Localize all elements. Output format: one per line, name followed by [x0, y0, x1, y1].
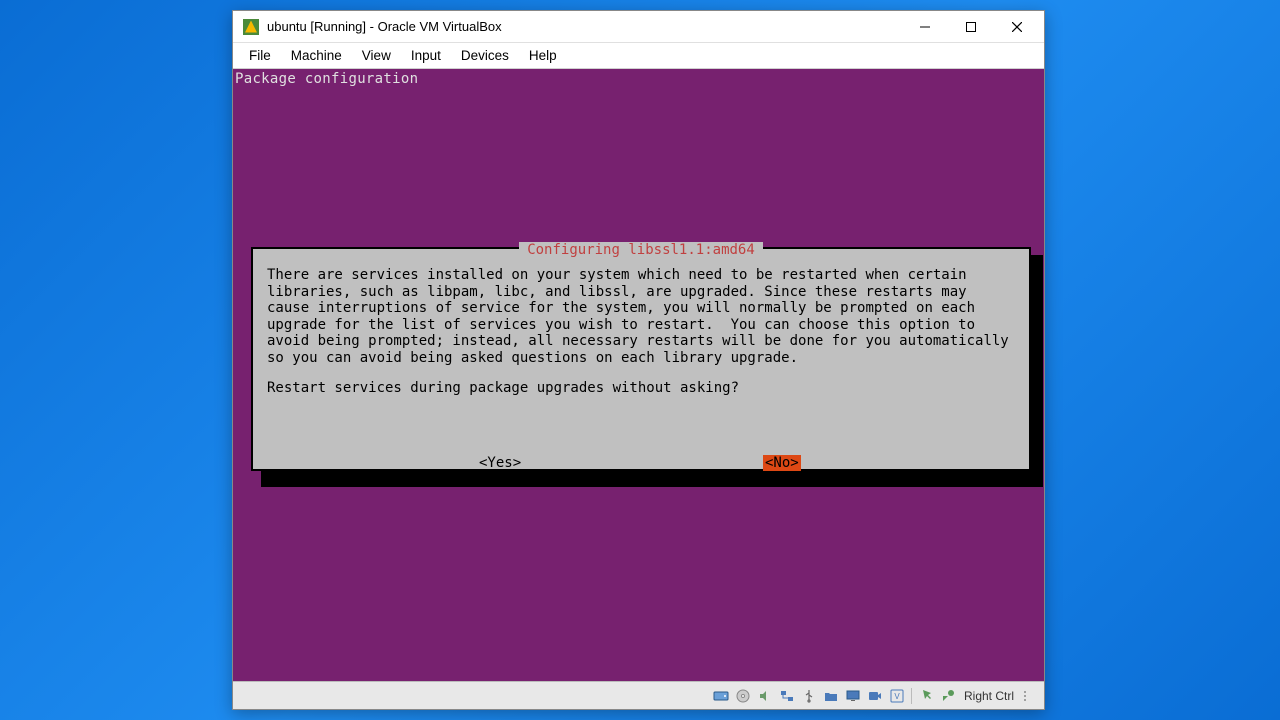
maximize-button[interactable]	[948, 11, 994, 42]
virtualbox-icon	[243, 19, 259, 35]
statusbar: V Right Ctrl	[233, 681, 1044, 709]
menu-view[interactable]: View	[352, 45, 401, 66]
vm-window: ubuntu [Running] - Oracle VM VirtualBox …	[232, 10, 1045, 710]
yes-button[interactable]: <Yes>	[479, 455, 521, 471]
menu-file[interactable]: File	[239, 45, 281, 66]
mouse-integration-icon[interactable]	[916, 686, 936, 706]
recording-icon[interactable]	[865, 686, 885, 706]
svg-text:V: V	[894, 692, 900, 701]
statusbar-menu-icon[interactable]	[1018, 686, 1038, 706]
titlebar[interactable]: ubuntu [Running] - Oracle VM VirtualBox	[233, 11, 1044, 43]
window-controls	[902, 11, 1040, 42]
menu-input[interactable]: Input	[401, 45, 451, 66]
menu-help[interactable]: Help	[519, 45, 567, 66]
audio-icon[interactable]	[755, 686, 775, 706]
network-icon[interactable]	[777, 686, 797, 706]
hard-disk-icon[interactable]	[711, 686, 731, 706]
dialog-question: Restart services during package upgrades…	[253, 374, 1029, 396]
dialog-title: Configuring libssl1.1:amd64	[519, 242, 763, 258]
keyboard-icon[interactable]	[938, 686, 958, 706]
usb-icon[interactable]	[799, 686, 819, 706]
close-button[interactable]	[994, 11, 1040, 42]
menu-machine[interactable]: Machine	[281, 45, 352, 66]
dialog-body: There are services installed on your sys…	[253, 249, 1029, 374]
shared-folders-icon[interactable]	[821, 686, 841, 706]
statusbar-separator	[911, 688, 912, 704]
display-icon[interactable]	[843, 686, 863, 706]
vm-screen[interactable]: Package configuration Configuring libssl…	[233, 69, 1044, 681]
dialog-title-wrap: Configuring libssl1.1:amd64	[253, 239, 1029, 258]
host-key-label: Right Ctrl	[964, 689, 1014, 703]
no-button[interactable]: <No>	[763, 455, 801, 471]
package-config-header: Package configuration	[235, 71, 418, 87]
menu-devices[interactable]: Devices	[451, 45, 519, 66]
optical-disk-icon[interactable]	[733, 686, 753, 706]
virtualization-icon[interactable]: V	[887, 686, 907, 706]
config-dialog: Configuring libssl1.1:amd64 There are se…	[251, 247, 1031, 471]
menubar: File Machine View Input Devices Help	[233, 43, 1044, 69]
window-title: ubuntu [Running] - Oracle VM VirtualBox	[265, 19, 902, 34]
minimize-button[interactable]	[902, 11, 948, 42]
